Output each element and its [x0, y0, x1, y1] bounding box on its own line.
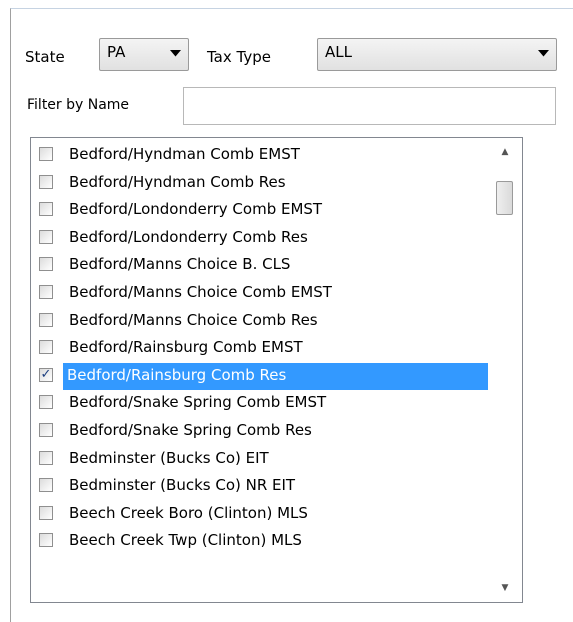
item-checkbox[interactable]	[39, 478, 53, 493]
list-item[interactable]: ✓ Bedford/Rainsburg Comb Res	[35, 362, 519, 390]
tax-type-dropdown[interactable]: ALL	[317, 38, 557, 71]
item-checkbox[interactable]	[39, 229, 53, 244]
item-checkbox[interactable]	[39, 395, 53, 410]
list-item[interactable]: Bedford/Snake Spring Comb Res	[35, 418, 519, 445]
state-value: PA	[107, 43, 126, 61]
list-item-label: Bedford/Londonderry Comb Res	[69, 227, 308, 246]
filter-by-name-input[interactable]	[183, 87, 556, 125]
item-checkbox[interactable]	[39, 423, 53, 437]
item-checkbox[interactable]	[39, 450, 53, 465]
list-item[interactable]: Bedminster (Bucks Co) EIT	[35, 446, 519, 473]
list-item[interactable]: Bedford/Londonderry Comb Res	[35, 225, 519, 252]
state-label: State	[25, 48, 65, 66]
list-item-label: Bedford/Snake Spring Comb EMST	[69, 393, 327, 412]
list-item-label: Bedminster (Bucks Co) EIT	[69, 448, 269, 467]
list-item[interactable]: Bedford/Londonderry Comb EMST	[35, 197, 519, 224]
list-item[interactable]: Bedford/Manns Choice Comb EMST	[35, 280, 519, 307]
tax-type-label: Tax Type	[207, 48, 271, 66]
list-item-label: Bedford/Rainsburg Comb Res	[63, 362, 497, 390]
list-item-label: Beech Creek Boro (Clinton) MLS	[69, 503, 308, 522]
list-item-label: Beech Creek Twp (Clinton) MLS	[69, 531, 302, 550]
item-checkbox[interactable]	[39, 202, 53, 217]
list-item-label: Bedford/Rainsburg Comb EMST	[69, 338, 303, 357]
list-item[interactable]: Beech Creek Twp (Clinton) MLS	[35, 528, 519, 555]
scrollbar-thumb[interactable]	[496, 181, 513, 215]
list-item-label: Bedford/Manns Choice B. CLS	[69, 255, 291, 274]
list-item[interactable]: Bedford/Hyndman Comb EMST	[35, 142, 519, 169]
item-checkbox[interactable]	[39, 174, 53, 189]
list-item[interactable]: Beech Creek Boro (Clinton) MLS	[35, 501, 519, 528]
list-item[interactable]: Bedford/Snake Spring Comb EMST	[35, 390, 519, 417]
list-item[interactable]: Bedford/Manns Choice Comb Res	[35, 308, 519, 335]
list-item[interactable]: Bedford/Hyndman Comb Res	[35, 170, 519, 197]
checkmark-icon: ✓	[40, 366, 52, 382]
chevron-down-icon	[170, 50, 181, 57]
vertical-scrollbar[interactable]: ▲ ▼	[488, 138, 522, 602]
list-item-label: Bedford/Hyndman Comb EMST	[69, 145, 300, 163]
list-item-label: Bedminster (Bucks Co) NR EIT	[69, 476, 296, 495]
list-item[interactable]: Bedford/Manns Choice B. CLS	[35, 252, 519, 279]
tax-type-value: ALL	[325, 43, 352, 61]
filter-by-name-label: Filter by Name	[27, 97, 130, 113]
scroll-down-arrow-icon[interactable]: ▼	[488, 576, 522, 600]
item-checkbox[interactable]	[39, 257, 53, 272]
item-checkbox[interactable]: ✓	[39, 366, 53, 382]
item-checkbox[interactable]	[39, 533, 53, 548]
item-checkbox[interactable]	[39, 340, 53, 355]
list-item-label: Bedford/Londonderry Comb EMST	[69, 200, 323, 219]
list-item-label: Bedford/Hyndman Comb Res	[69, 172, 286, 191]
item-checkbox[interactable]	[39, 505, 53, 520]
list-item-label: Bedford/Snake Spring Comb Res	[69, 421, 312, 439]
list-item-label: Bedford/Manns Choice Comb EMST	[69, 283, 332, 301]
chevron-down-icon	[538, 50, 549, 57]
list-item[interactable]: Bedminster (Bucks Co) NR EIT	[35, 473, 519, 500]
tax-checklist[interactable]: Bedford/Hyndman Comb EMST Bedford/Hyndman…	[30, 137, 523, 603]
state-dropdown[interactable]: PA	[99, 38, 189, 71]
item-checkbox[interactable]	[39, 147, 53, 161]
list-item[interactable]: Bedford/Rainsburg Comb EMST	[35, 335, 519, 362]
scroll-up-arrow-icon[interactable]: ▲	[488, 140, 522, 164]
item-checkbox[interactable]	[39, 285, 53, 299]
item-checkbox[interactable]	[39, 312, 53, 327]
list-item-label: Bedford/Manns Choice Comb Res	[69, 310, 318, 329]
